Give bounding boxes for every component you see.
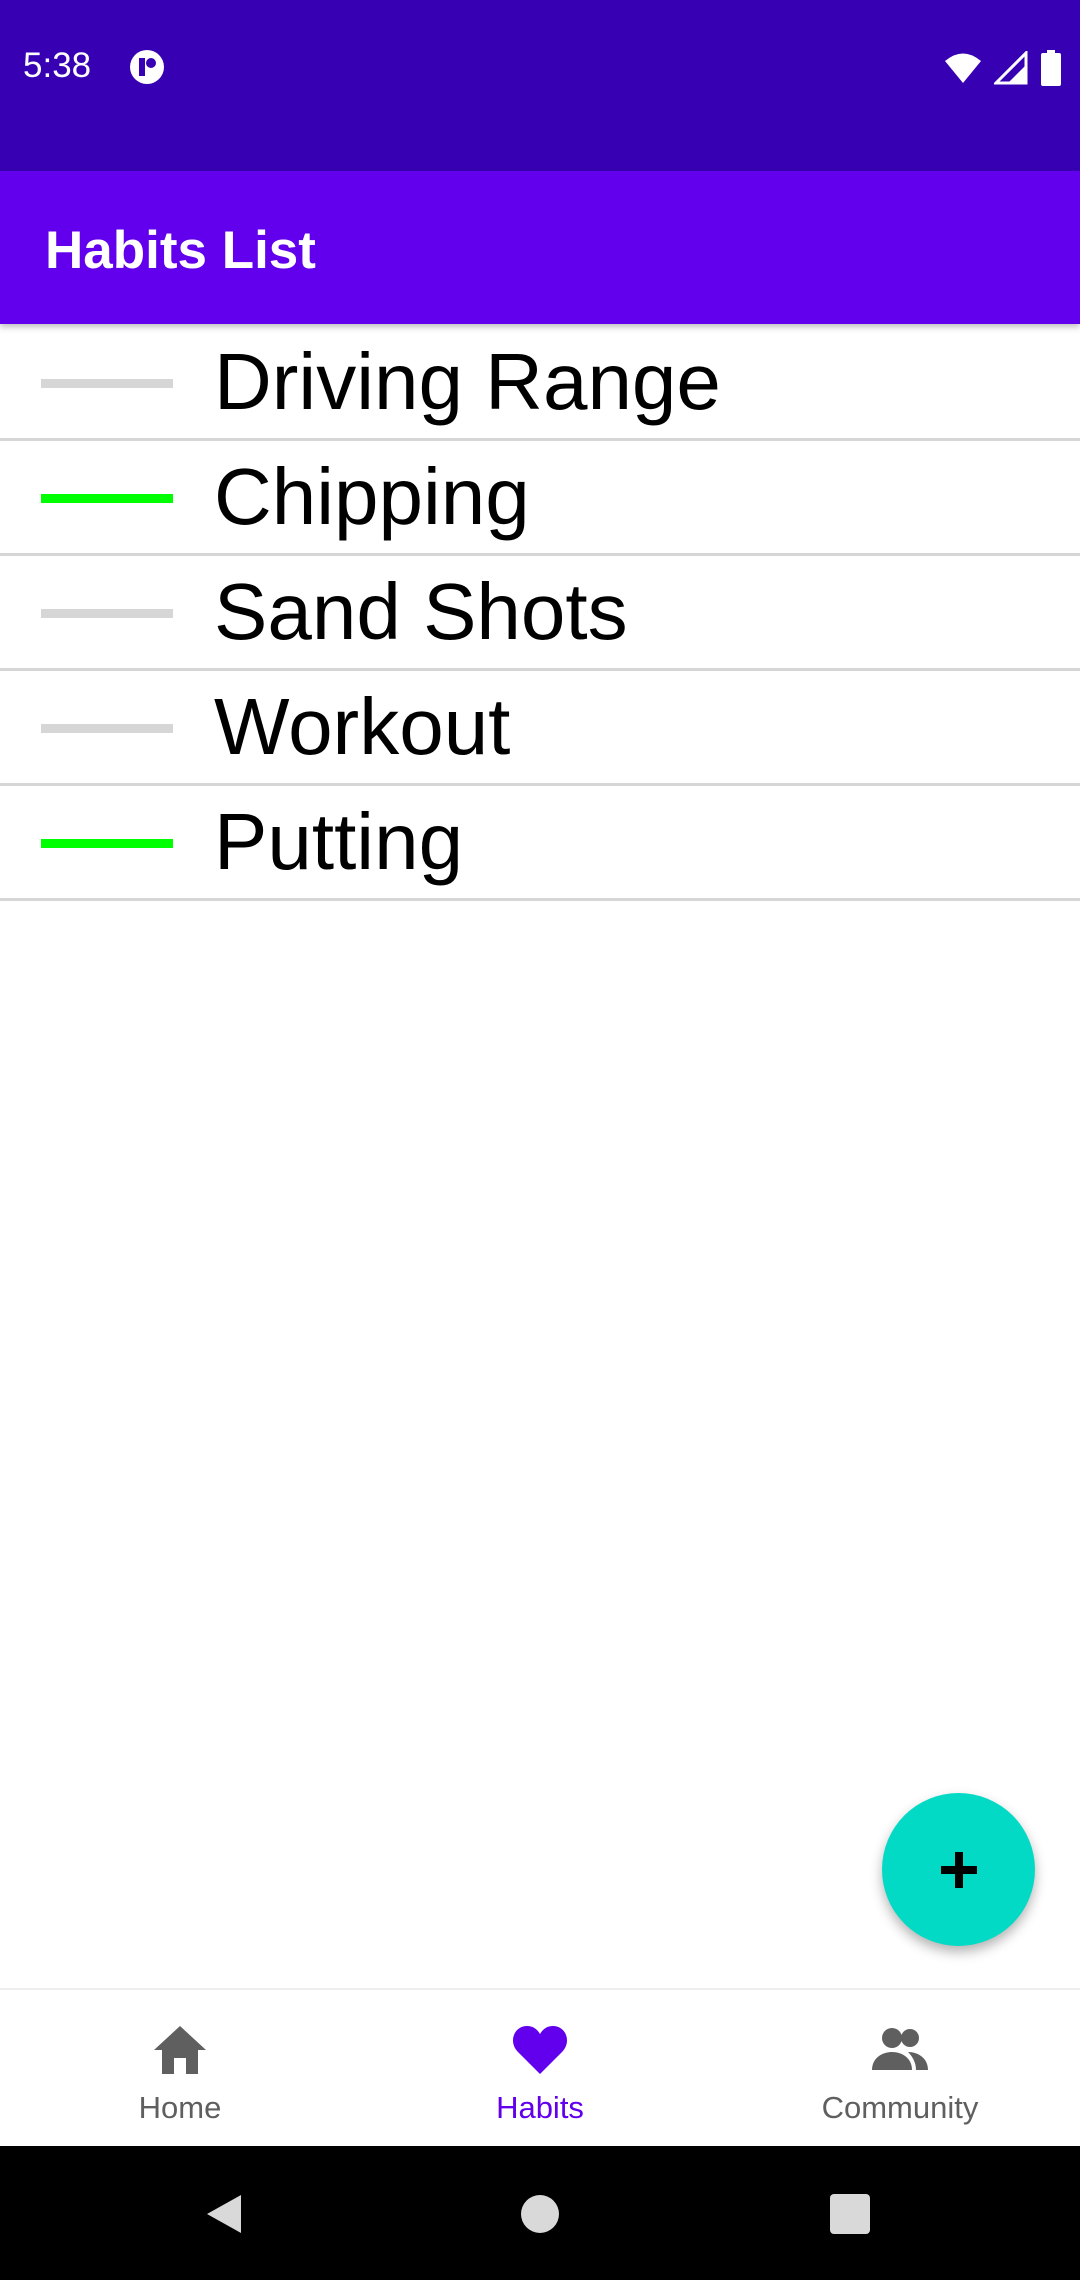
status-time: 5:38 bbox=[23, 46, 92, 85]
nav-item-home[interactable]: Home bbox=[0, 1990, 360, 2146]
app-notification-icon bbox=[130, 50, 164, 84]
habit-status-indicator bbox=[41, 839, 173, 848]
habit-status-indicator bbox=[41, 609, 173, 618]
habit-label: Chipping bbox=[214, 452, 530, 541]
habit-status-indicator bbox=[41, 724, 173, 733]
app-bar: Habits List bbox=[0, 171, 1080, 324]
status-bar: 5:38 bbox=[0, 0, 1080, 171]
system-navigation-bar bbox=[0, 2146, 1080, 2280]
habit-status-indicator bbox=[41, 379, 173, 388]
habit-row-driving-range[interactable]: Driving Range bbox=[0, 326, 1080, 441]
habit-row-chipping[interactable]: Chipping bbox=[0, 441, 1080, 556]
bottom-navigation: Home Habits Community bbox=[0, 1988, 1080, 2148]
heart-icon bbox=[512, 2026, 568, 2074]
nav-item-community[interactable]: Community bbox=[720, 1990, 1080, 2146]
habit-status-indicator bbox=[41, 494, 173, 503]
nav-label-habits: Habits bbox=[496, 2090, 584, 2125]
habit-label: Driving Range bbox=[214, 337, 721, 426]
people-icon bbox=[872, 2028, 928, 2070]
page-title: Habits List bbox=[45, 221, 316, 280]
habit-label: Sand Shots bbox=[214, 567, 628, 656]
plus-icon bbox=[940, 1851, 977, 1888]
back-icon[interactable] bbox=[203, 2193, 245, 2235]
status-icons bbox=[944, 48, 1062, 88]
home-icon bbox=[154, 2026, 206, 2074]
recents-icon[interactable] bbox=[829, 2194, 871, 2234]
wifi-icon bbox=[945, 53, 981, 83]
battery-icon bbox=[1041, 50, 1061, 86]
habit-label: Putting bbox=[214, 797, 464, 886]
habit-row-sand-shots[interactable]: Sand Shots bbox=[0, 556, 1080, 671]
habit-row-workout[interactable]: Workout bbox=[0, 671, 1080, 786]
habit-row-putting[interactable]: Putting bbox=[0, 786, 1080, 901]
nav-label-home: Home bbox=[138, 2090, 222, 2125]
habit-label: Workout bbox=[214, 682, 511, 771]
habit-list: Driving Range Chipping Sand Shots Workou… bbox=[0, 326, 1080, 901]
nav-item-habits[interactable]: Habits bbox=[360, 1990, 720, 2146]
home-circle-icon[interactable] bbox=[519, 2193, 561, 2235]
signal-icon bbox=[994, 51, 1028, 85]
add-habit-button[interactable] bbox=[882, 1793, 1035, 1946]
nav-label-community: Community bbox=[821, 2090, 979, 2125]
